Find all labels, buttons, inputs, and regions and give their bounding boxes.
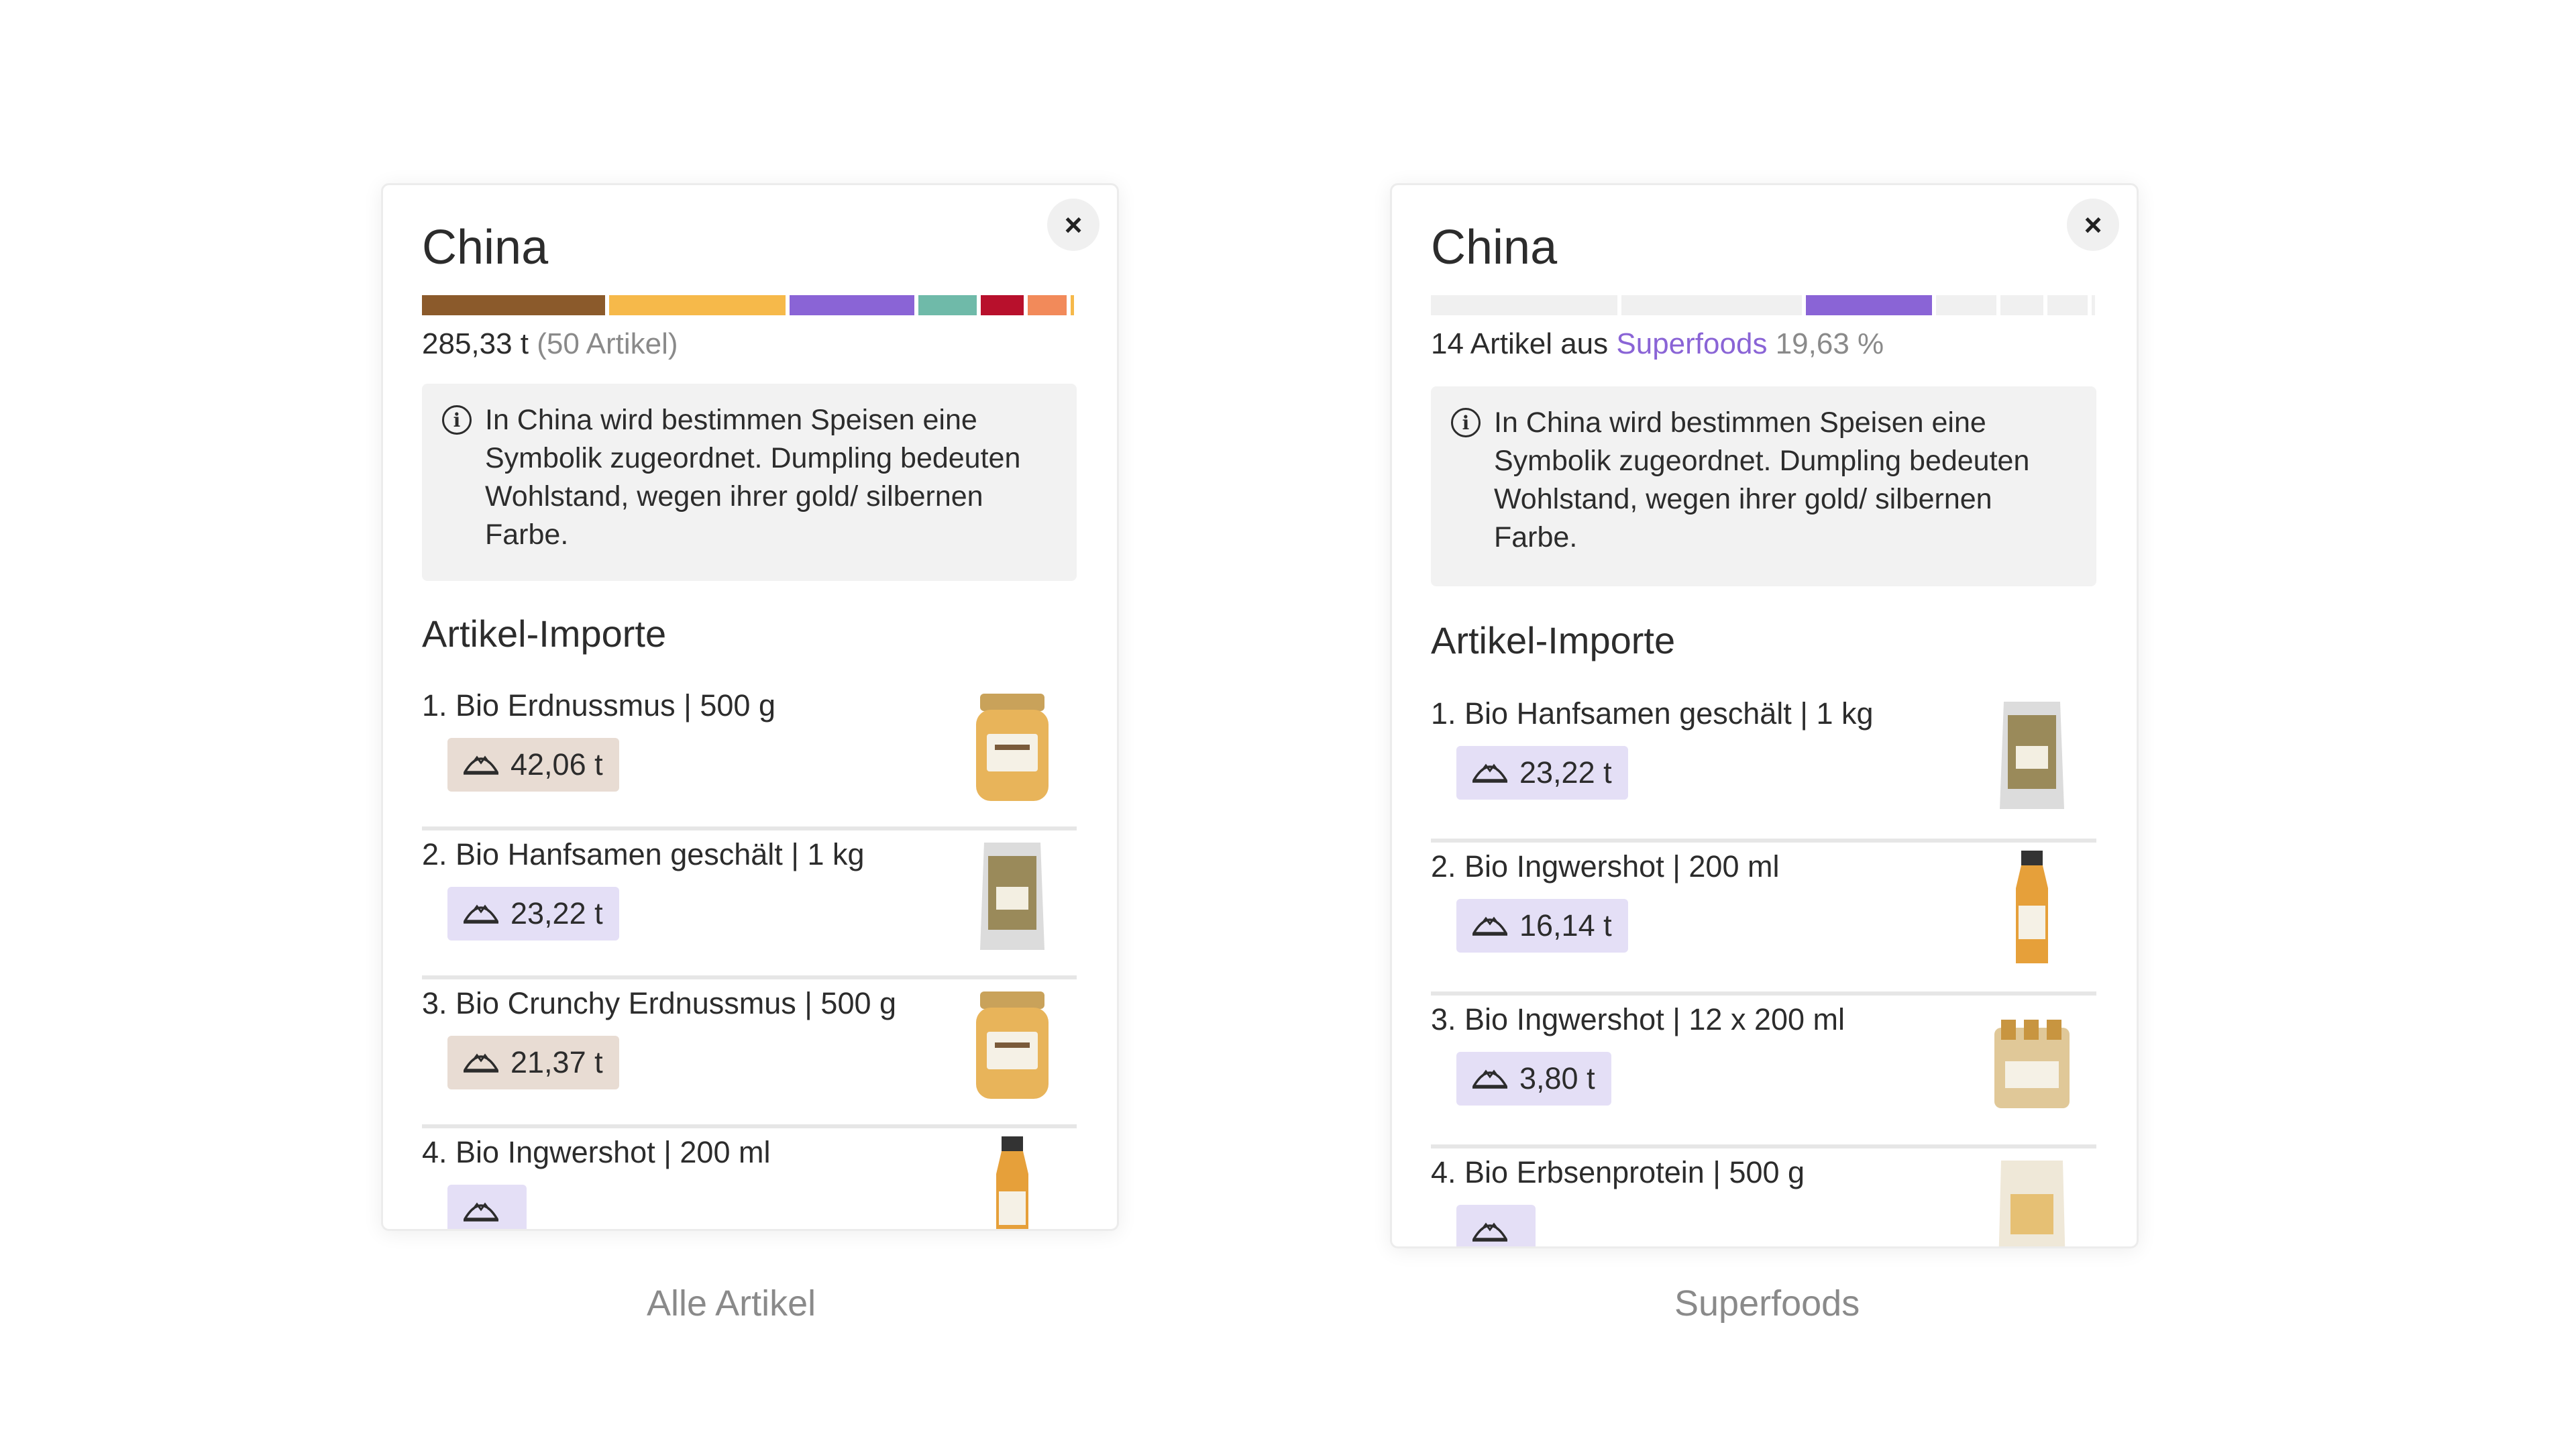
- product-thumbnail[interactable]: [1992, 695, 2072, 819]
- import-weight-badge: 23,22 t: [1456, 746, 1628, 800]
- article-item[interactable]: 3. Bio Ingwershot | 12 x 200 ml 3,80 t: [1431, 996, 2096, 1148]
- bar-segment[interactable]: [1805, 295, 1933, 315]
- bar-segment[interactable]: [1621, 295, 1802, 315]
- article-count: 14 Artikel aus: [1431, 327, 1609, 360]
- category-name[interactable]: Superfoods: [1616, 327, 1767, 360]
- article-item[interactable]: 4. Bio Erbsenprotein | 500 g: [1431, 1148, 2096, 1247]
- powder-product-image: [1998, 1161, 2065, 1246]
- bar-segment[interactable]: [2092, 295, 2095, 315]
- article-label: 2. Bio Ingwershot | 200 ml: [1431, 849, 1780, 883]
- import-weight: 23,22 t: [511, 896, 603, 930]
- bar-segment[interactable]: [790, 295, 914, 315]
- import-weight-badge: 23,22 t: [447, 887, 619, 941]
- dumpling-icon: [1471, 908, 1509, 945]
- bar-segment[interactable]: [1936, 295, 1996, 315]
- bar-segment[interactable]: [2000, 295, 2044, 315]
- close-button[interactable]: ×: [2067, 199, 2119, 251]
- category-summary: 14 Artikel aus Superfoods 19,63 %: [1431, 327, 1884, 361]
- article-label: 2. Bio Hanfsamen geschält | 1 kg: [422, 837, 865, 871]
- bar-segment[interactable]: [1027, 295, 1067, 315]
- dumpling-icon: [462, 1044, 500, 1081]
- import-weight-badge: 21,37 t: [447, 1036, 619, 1089]
- article-item[interactable]: 3. Bio Crunchy Erdnussmus | 500 g 21,37 t: [422, 979, 1077, 1128]
- product-thumbnail[interactable]: [1992, 1001, 2072, 1125]
- import-share-bar: [422, 295, 1074, 315]
- article-item[interactable]: 2. Bio Hanfsamen geschält | 1 kg 23,22 t: [422, 830, 1077, 979]
- jar-product-image: [976, 991, 1049, 1099]
- country-title: China: [1431, 221, 1558, 274]
- country-title: China: [422, 221, 549, 274]
- article-label: 1. Bio Hanfsamen geschält | 1 kg: [1431, 696, 1874, 731]
- country-popup-all: × China 285,33 t (50 Artikel) i In China…: [381, 183, 1119, 1231]
- jar-product-image: [976, 694, 1049, 801]
- article-list[interactable]: 1. Bio Erdnussmus | 500 g 42,06 t 2. Bio H…: [422, 682, 1077, 1230]
- section-title: Artikel-Importe: [422, 612, 667, 655]
- product-thumbnail[interactable]: [1992, 848, 2072, 972]
- import-total: 285,33 t (50 Artikel): [422, 327, 678, 361]
- bar-segment[interactable]: [1071, 295, 1074, 315]
- dumpling-icon: [462, 747, 500, 784]
- import-weight-badge: 16,14 t: [1456, 899, 1628, 953]
- country-popup-superfoods: × China 14 Artikel aus Superfoods 19,63 …: [1390, 183, 2139, 1248]
- product-thumbnail[interactable]: [1992, 1154, 2072, 1246]
- total-weight: 285,33 t: [422, 327, 529, 360]
- import-weight: 42,06 t: [511, 747, 603, 782]
- import-weight-badge: 42,06 t: [447, 738, 619, 792]
- article-label: 3. Bio Crunchy Erdnussmus | 500 g: [422, 986, 897, 1020]
- import-weight: 3,80 t: [1519, 1061, 1595, 1095]
- product-thumbnail[interactable]: [972, 985, 1053, 1109]
- category-percent: 19,63 %: [1775, 327, 1884, 360]
- info-text: In China wird bestimmen Speisen eine Sym…: [485, 404, 1021, 551]
- import-weight: 21,37 t: [511, 1045, 603, 1079]
- article-item[interactable]: 1. Bio Hanfsamen geschält | 1 kg 23,22 t: [1431, 690, 2096, 843]
- article-count: (50 Artikel): [537, 327, 678, 360]
- bottle-product-image: [996, 1136, 1028, 1229]
- article-label: 3. Bio Ingwershot | 12 x 200 ml: [1431, 1002, 1845, 1036]
- import-share-bar: [1431, 295, 2095, 315]
- info-icon: i: [1451, 408, 1481, 437]
- info-box: i In China wird bestimmen Speisen eine S…: [1431, 386, 2096, 586]
- dumpling-icon: [1471, 755, 1509, 792]
- article-item[interactable]: 1. Bio Erdnussmus | 500 g 42,06 t: [422, 682, 1077, 830]
- product-thumbnail[interactable]: [972, 836, 1053, 960]
- bar-segment[interactable]: [609, 295, 786, 315]
- product-thumbnail[interactable]: [972, 687, 1053, 811]
- article-item[interactable]: 2. Bio Ingwershot | 200 ml 16,14 t: [1431, 843, 2096, 996]
- article-item[interactable]: 4. Bio Ingwershot | 200 ml: [422, 1128, 1077, 1230]
- import-weight-badge: 3,80 t: [1456, 1052, 1611, 1106]
- bar-segment[interactable]: [918, 295, 977, 315]
- panel-caption: Alle Artikel: [647, 1283, 816, 1324]
- import-weight: 16,14 t: [1519, 908, 1612, 943]
- dumpling-icon: [462, 1193, 500, 1230]
- dumpling-icon: [1471, 1214, 1509, 1247]
- article-label: 4. Bio Erbsenprotein | 500 g: [1431, 1155, 1805, 1189]
- article-label: 1. Bio Erdnussmus | 500 g: [422, 688, 775, 722]
- bar-segment[interactable]: [422, 295, 605, 315]
- info-box: i In China wird bestimmen Speisen eine S…: [422, 384, 1077, 581]
- info-icon: i: [442, 405, 472, 435]
- close-icon: ×: [2084, 207, 2102, 242]
- bag-product-image: [2000, 702, 2064, 809]
- section-title: Artikel-Importe: [1431, 619, 1676, 661]
- import-weight-badge: [447, 1185, 527, 1230]
- panel-caption: Superfoods: [1674, 1283, 1860, 1324]
- bag-product-image: [980, 843, 1044, 950]
- pack-product-image: [1994, 1020, 2070, 1108]
- bottle-product-image: [2016, 851, 2048, 963]
- info-text: In China wird bestimmen Speisen eine Sym…: [1494, 407, 2030, 553]
- import-weight: 23,22 t: [1519, 755, 1612, 790]
- dumpling-icon: [1471, 1061, 1509, 1097]
- bar-segment[interactable]: [1431, 295, 1618, 315]
- article-list[interactable]: 1. Bio Hanfsamen geschält | 1 kg 23,22 t 2…: [1431, 690, 2096, 1247]
- import-weight-badge: [1456, 1205, 1536, 1247]
- bar-segment[interactable]: [2047, 295, 2088, 315]
- product-thumbnail[interactable]: [972, 1134, 1053, 1229]
- article-label: 4. Bio Ingwershot | 200 ml: [422, 1135, 771, 1169]
- dumpling-icon: [462, 896, 500, 932]
- bar-segment[interactable]: [981, 295, 1024, 315]
- close-button[interactable]: ×: [1047, 199, 1099, 251]
- close-icon: ×: [1064, 207, 1083, 242]
